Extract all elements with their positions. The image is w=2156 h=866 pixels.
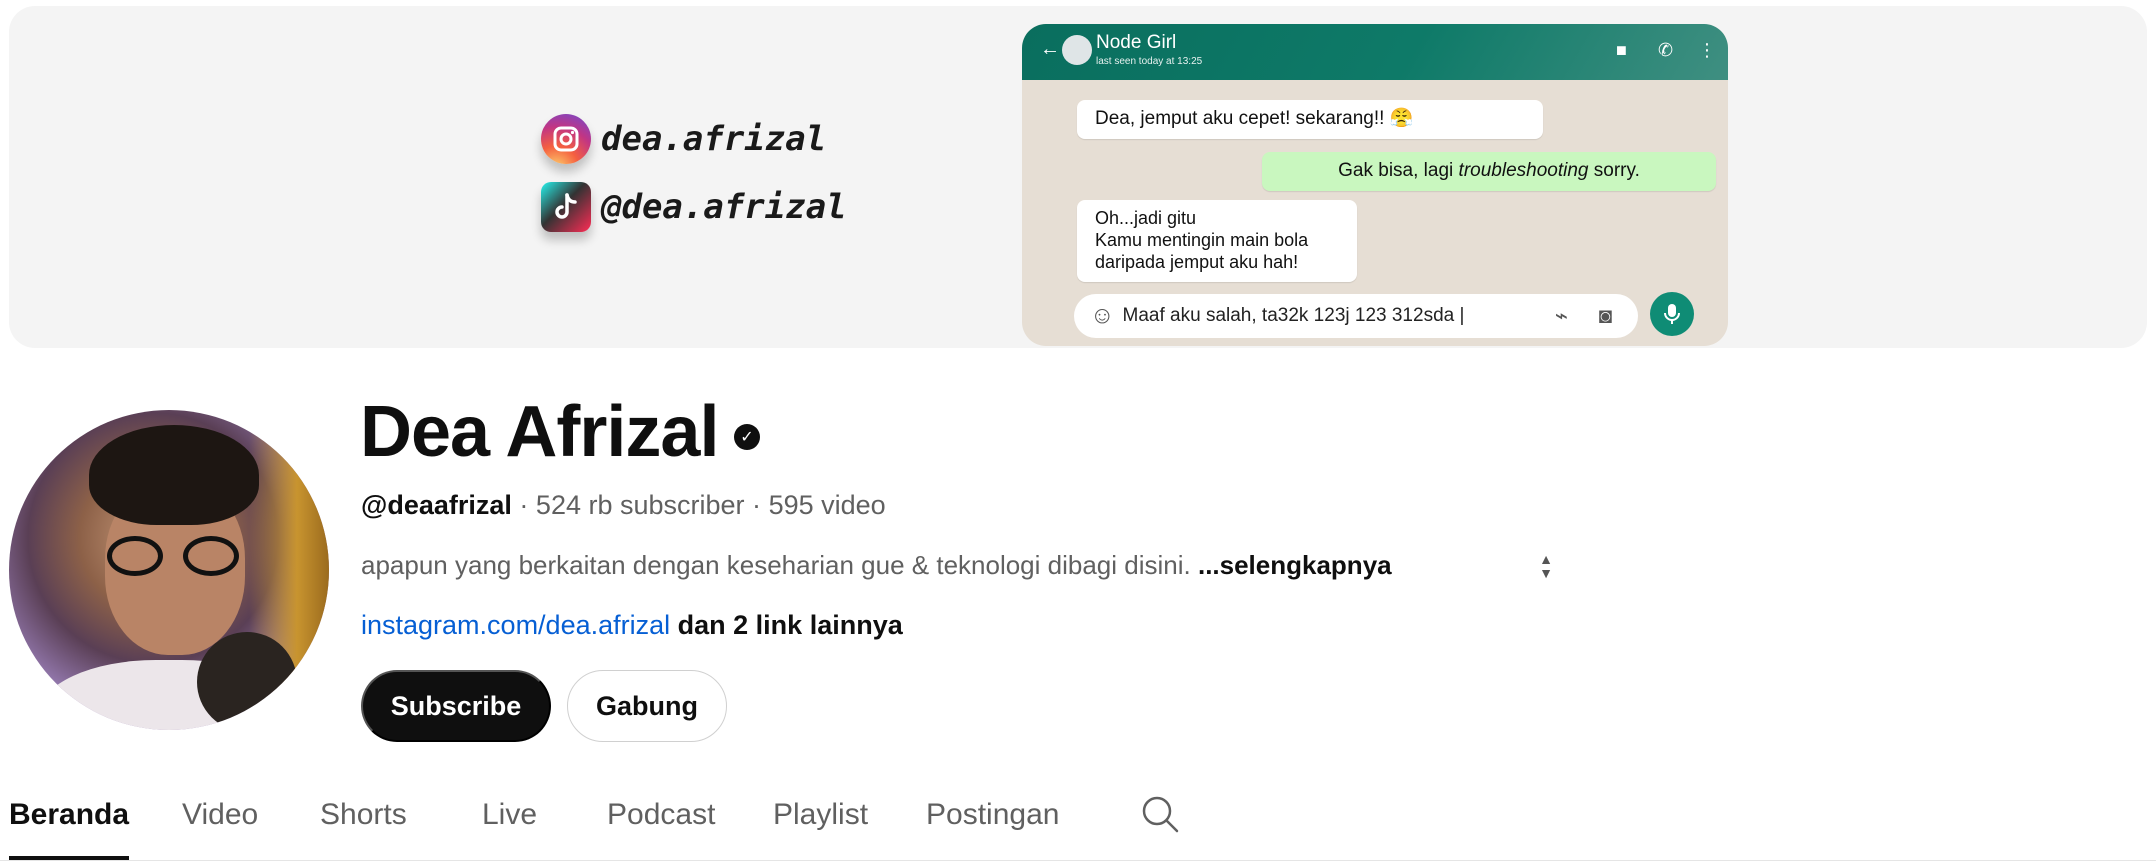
channel-tabs: Beranda Video Shorts Live Podcast Playli… <box>0 790 2156 860</box>
show-more-link[interactable]: ...selengkapnya <box>1198 550 1392 580</box>
video-call-icon: ■ <box>1616 40 1627 60</box>
camera-icon: ◙ <box>1598 303 1612 328</box>
chat-message-in: Dea, jemput aku cepet! sekarang!! 😤 <box>1077 100 1543 139</box>
tab-playlist[interactable]: Playlist <box>773 790 868 860</box>
message-text: Gak bisa, lagi <box>1338 160 1459 181</box>
tab-podcast[interactable]: Podcast <box>607 790 715 860</box>
search-icon[interactable] <box>1140 794 1180 834</box>
instagram-link[interactable]: instagram.com/dea.afrizal <box>361 610 670 640</box>
instagram-social: dea.afrizal <box>541 114 826 164</box>
tab-live[interactable]: Live <box>482 790 537 860</box>
description-text: apapun yang berkaitan dengan keseharian … <box>361 550 1191 580</box>
channel-handle: @deaafrizal <box>361 490 512 520</box>
instagram-handle: dea.afrizal <box>601 119 827 159</box>
emoji-icon: ☺ <box>1090 302 1115 329</box>
instagram-icon <box>541 114 591 164</box>
chat-mockup: ← Node Girl last seen today at 13:25 ■ ✆… <box>1022 24 1728 346</box>
channel-name: Dea Afrizal <box>360 392 719 472</box>
phone-icon: ✆ <box>1658 40 1674 60</box>
tabs-divider <box>0 860 2156 861</box>
tab-shorts[interactable]: Shorts <box>320 790 407 860</box>
tab-video[interactable]: Video <box>182 790 258 860</box>
chat-input-text: Maaf aku salah, ta32k 123j 123 312sda | <box>1122 305 1465 326</box>
tab-beranda[interactable]: Beranda <box>9 790 130 860</box>
chat-header: ← Node Girl last seen today at 13:25 ■ ✆… <box>1022 24 1728 80</box>
more-links[interactable]: dan 2 link lainnya <box>678 610 903 640</box>
message-text: sorry. <box>1588 160 1640 181</box>
more-vertical-icon: ⋮ <box>1698 40 1716 60</box>
verified-check-icon: ✓ <box>734 424 760 450</box>
tiktok-icon <box>541 182 591 232</box>
join-button[interactable]: Gabung <box>567 670 727 742</box>
channel-description[interactable]: apapun yang berkaitan dengan keseharian … <box>361 550 1392 581</box>
contact-avatar <box>1062 35 1092 65</box>
subscriber-count: 524 rb subscriber <box>535 490 745 520</box>
separator: · <box>519 490 529 520</box>
attach-icon: ⌁ <box>1554 303 1568 328</box>
contact-name: Node Girl <box>1096 32 1177 53</box>
chat-input: ☺ Maaf aku salah, ta32k 123j 123 312sda … <box>1074 294 1638 338</box>
subscribe-button[interactable]: Subscribe <box>361 670 551 742</box>
channel-links: instagram.com/dea.afrizal dan 2 link lai… <box>361 610 903 641</box>
message-emphasis: troubleshooting <box>1458 160 1589 181</box>
channel-banner: dea.afrizal @dea.afrizal ← Node Girl las… <box>9 6 2147 348</box>
message-line: daripada jemput aku hah! <box>1095 251 1299 272</box>
last-seen: last seen today at 13:25 <box>1096 56 1203 67</box>
message-line: Kamu mentingin main bola <box>1095 229 1309 250</box>
video-count: 595 video <box>768 490 886 520</box>
separator: · <box>752 490 762 520</box>
mic-icon <box>1650 292 1694 336</box>
channel-meta: @deaafrizal · 524 rb subscriber · 595 vi… <box>361 490 886 521</box>
channel-avatar[interactable] <box>9 410 329 730</box>
tiktok-handle: @dea.afrizal <box>601 187 847 227</box>
sort-arrows-icon: ▲ ▼ <box>1539 551 1553 581</box>
back-arrow-icon: ← <box>1040 38 1060 60</box>
chat-message-out: Gak bisa, lagi troubleshooting sorry. <box>1262 152 1716 191</box>
chat-message-in: Oh...jadi gitu Kamu mentingin main bola … <box>1077 200 1357 282</box>
tab-postingan[interactable]: Postingan <box>926 790 1059 860</box>
message-line: Oh...jadi gitu <box>1095 208 1197 228</box>
tiktok-social: @dea.afrizal <box>541 182 847 232</box>
